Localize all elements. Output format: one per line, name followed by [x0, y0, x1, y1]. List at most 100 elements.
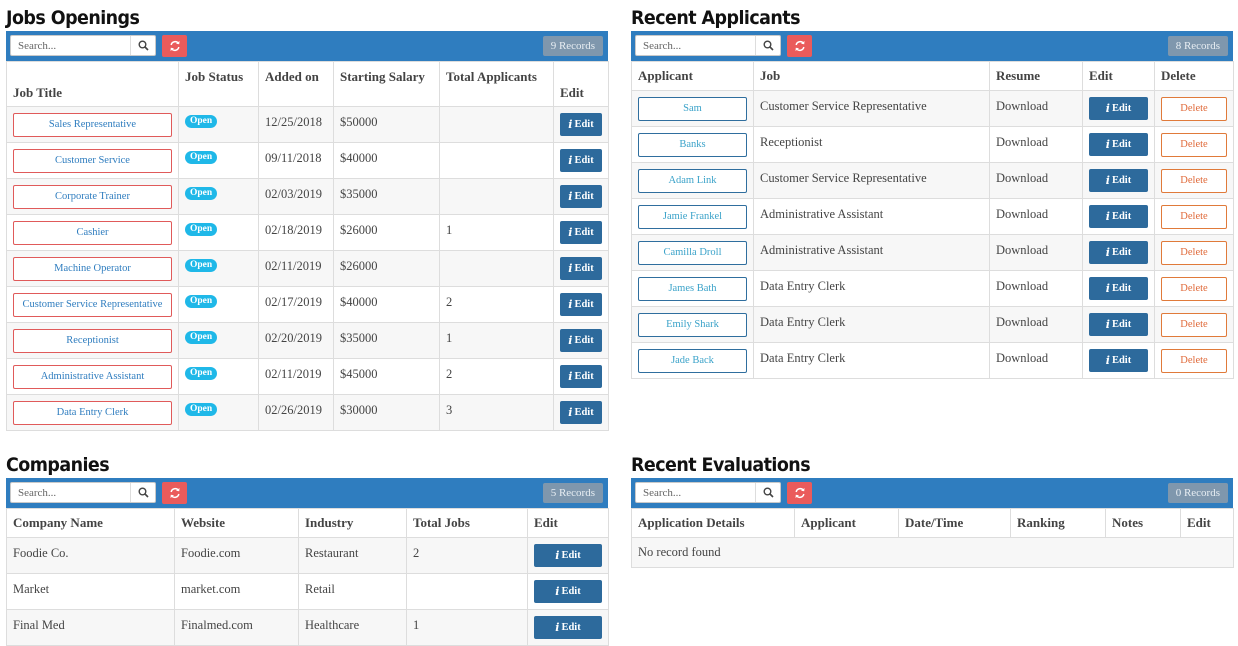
job-title-link[interactable]: Cashier: [13, 221, 172, 245]
added-on-value: 02/18/2019: [265, 223, 322, 237]
delete-button[interactable]: Delete: [1161, 277, 1227, 301]
edit-button[interactable]: i Edit: [560, 185, 602, 208]
delete-button[interactable]: Delete: [1161, 241, 1227, 265]
delete-button[interactable]: Delete: [1161, 169, 1227, 193]
delete-button[interactable]: Delete: [1161, 313, 1227, 337]
applicant-name-link[interactable]: Adam Link: [638, 169, 747, 193]
col-edit: Edit: [553, 61, 609, 107]
edit-button[interactable]: i Edit: [1089, 97, 1148, 120]
edit-button[interactable]: i Edit: [560, 257, 602, 280]
edit-label: Edit: [1111, 319, 1132, 330]
edit-button[interactable]: i Edit: [534, 616, 602, 639]
added-on-value: 02/11/2019: [265, 367, 322, 381]
edit-button[interactable]: i Edit: [560, 329, 602, 352]
evaluations-refresh-button[interactable]: [787, 482, 812, 504]
table-row: Sam Customer Service Representative Downlo…: [631, 90, 1234, 127]
no-record-message: No record found: [631, 537, 1234, 568]
jobs-openings-title: Jobs Openings: [6, 7, 140, 29]
delete-button[interactable]: Delete: [1161, 349, 1227, 373]
applicants-search-input[interactable]: [636, 36, 755, 56]
edit-button[interactable]: i Edit: [1089, 313, 1148, 336]
table-row: Sales Representative Open 12/25/2018 $50000…: [6, 106, 609, 143]
edit-button[interactable]: i Edit: [1089, 169, 1148, 192]
jobs-refresh-button[interactable]: [162, 35, 187, 57]
job-title-link[interactable]: Receptionist: [13, 329, 172, 353]
salary-value: $45000: [340, 367, 378, 381]
evaluations-search-input[interactable]: [636, 483, 755, 503]
recent-evaluations-title: Recent Evaluations: [631, 454, 811, 476]
edit-button[interactable]: i Edit: [560, 149, 602, 172]
delete-button[interactable]: Delete: [1161, 205, 1227, 229]
edit-button[interactable]: i Edit: [560, 221, 602, 244]
job-title-link[interactable]: Sales Representative: [13, 113, 172, 137]
applicant-name-link[interactable]: Sam: [638, 97, 747, 121]
resume-download-link[interactable]: Download: [996, 235, 1076, 258]
delete-button[interactable]: Delete: [1161, 133, 1227, 157]
applicants-table: Applicant Job Resume Edit Delete Sam Cust…: [631, 61, 1234, 379]
resume-download-link[interactable]: Download: [996, 199, 1076, 222]
companies-search-input[interactable]: [11, 483, 130, 503]
applicants-refresh-button[interactable]: [787, 35, 812, 57]
applicant-name-link[interactable]: Jade Back: [638, 349, 747, 373]
delete-button[interactable]: Delete: [1161, 97, 1227, 121]
table-row: Adam Link Customer Service Representative…: [631, 162, 1234, 199]
companies-search-box: [10, 482, 156, 503]
edit-button[interactable]: i Edit: [534, 544, 602, 567]
job-title-link[interactable]: Data Entry Clerk: [13, 401, 172, 425]
recent-applicants-title: Recent Applicants: [631, 7, 800, 29]
job-title-link[interactable]: Corporate Trainer: [13, 185, 172, 209]
company-industry: Healthcare: [305, 618, 360, 632]
search-icon[interactable]: [755, 483, 780, 502]
edit-button[interactable]: i Edit: [1089, 241, 1148, 264]
resume-download-link[interactable]: Download: [996, 91, 1076, 114]
salary-value: $50000: [340, 115, 378, 129]
edit-button[interactable]: i Edit: [1089, 205, 1148, 228]
info-icon: i: [1105, 174, 1110, 187]
edit-button[interactable]: i Edit: [1089, 277, 1148, 300]
table-row: Administrative Assistant Open 02/11/2019 $4…: [6, 358, 609, 395]
company-name: Market: [13, 582, 50, 596]
col-applicant: Applicant: [631, 61, 754, 91]
job-title-link[interactable]: Customer Service Representative: [13, 293, 172, 317]
info-icon: i: [568, 298, 573, 311]
applicant-name-link[interactable]: James Bath: [638, 277, 747, 301]
search-icon[interactable]: [130, 483, 155, 502]
resume-download-link[interactable]: Download: [996, 343, 1076, 366]
empty-row: No record found: [631, 537, 1234, 568]
added-on-value: 09/11/2018: [265, 151, 322, 165]
applicants-count: [446, 107, 547, 115]
companies-refresh-button[interactable]: [162, 482, 187, 504]
resume-download-link[interactable]: Download: [996, 127, 1076, 150]
edit-button[interactable]: i Edit: [560, 113, 602, 136]
edit-button[interactable]: i Edit: [1089, 133, 1148, 156]
col-date-time: Date/Time: [898, 508, 1011, 538]
company-website: Foodie.com: [181, 546, 241, 560]
applicant-name-link[interactable]: Camilla Droll: [638, 241, 747, 265]
edit-button[interactable]: i Edit: [534, 580, 602, 603]
job-title-link[interactable]: Machine Operator: [13, 257, 172, 281]
resume-download-link[interactable]: Download: [996, 163, 1076, 186]
edit-label: Edit: [1111, 175, 1132, 186]
col-total-jobs: Total Jobs: [406, 508, 528, 538]
job-name: Customer Service Representative: [760, 99, 927, 113]
refresh-icon: [169, 488, 180, 498]
job-title-link[interactable]: Customer Service: [13, 149, 172, 173]
search-icon[interactable]: [755, 36, 780, 55]
job-title-link[interactable]: Administrative Assistant: [13, 365, 172, 389]
jobs-search-input[interactable]: [11, 36, 130, 56]
edit-button[interactable]: i Edit: [1089, 349, 1148, 372]
search-icon[interactable]: [130, 36, 155, 55]
edit-button[interactable]: i Edit: [560, 401, 602, 424]
resume-download-link[interactable]: Download: [996, 307, 1076, 330]
resume-download-link[interactable]: Download: [996, 271, 1076, 294]
col-total-applicants: Total Applicants: [439, 61, 554, 107]
jobs-records-count: 9 Records: [542, 36, 603, 56]
edit-button[interactable]: i Edit: [560, 293, 602, 316]
applicant-name-link[interactable]: Jamie Frankel: [638, 205, 747, 229]
company-website: market.com: [181, 582, 241, 596]
col-company-name: Company Name: [6, 508, 175, 538]
applicant-name-link[interactable]: Emily Shark: [638, 313, 747, 337]
applicant-name-link[interactable]: Banks: [638, 133, 747, 157]
col-industry: Industry: [298, 508, 407, 538]
edit-button[interactable]: i Edit: [560, 365, 602, 388]
